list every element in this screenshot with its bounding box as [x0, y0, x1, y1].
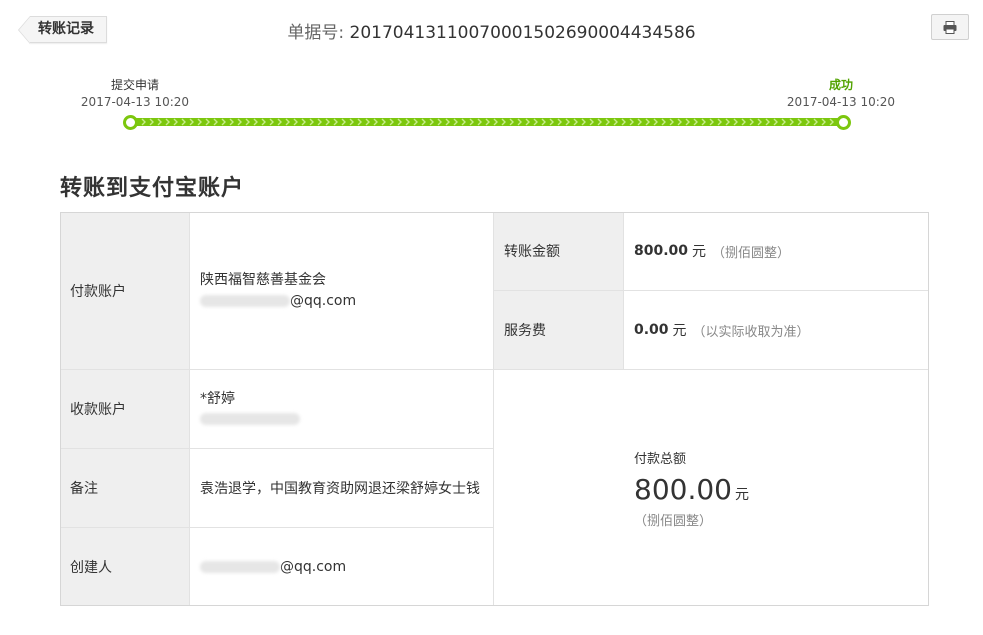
- payer-email: @qq.com: [200, 291, 493, 312]
- fee-value: 0.00 元 （以实际收取为准）: [624, 291, 929, 370]
- payee-label: 收款账户: [60, 370, 190, 449]
- step-success-time: 2017-04-13 10:20: [786, 95, 896, 109]
- masked-text: [200, 294, 290, 307]
- amount-words: （捌佰圆整）: [712, 245, 791, 261]
- total-words: （捌佰圆整）: [634, 513, 713, 529]
- creator-value: @qq.com: [190, 528, 494, 606]
- progress-end-node: [836, 115, 851, 130]
- payer-value: 陕西福智慈善基金会 @qq.com: [190, 212, 494, 370]
- masked-text: [200, 561, 280, 573]
- transfer-details: 付款账户 陕西福智慈善基金会 @qq.com 收款账户 *舒婷 备注 袁浩退学，…: [60, 212, 929, 606]
- step-submit-name: 提交申请: [110, 78, 159, 92]
- order-number: 单据号: 20170413110070001502690004434586: [0, 18, 983, 43]
- total-amount: 800.00 元: [634, 473, 929, 506]
- memo-text: 袁浩退学，中国教育资助网退还梁舒婷女士钱: [200, 481, 480, 497]
- amount-number: 800.00: [634, 243, 689, 259]
- payee-name: *舒婷: [200, 391, 235, 407]
- step-success: 成功 2017-04-13 10:20: [786, 76, 896, 109]
- step-success-name: 成功: [828, 78, 853, 92]
- total-label: 付款总额: [634, 451, 687, 467]
- total-unit: 元: [734, 486, 749, 503]
- fee-label: 服务费: [494, 291, 624, 370]
- total-summary: 付款总额 800.00 元 （捌佰圆整）: [494, 370, 929, 606]
- amount-label: 转账金额: [494, 212, 624, 291]
- progress-start-node: [123, 115, 138, 130]
- order-number-value: 20170413110070001502690004434586: [349, 23, 696, 43]
- section-title: 转账到支付宝账户: [60, 176, 245, 201]
- payee-value: *舒婷: [190, 370, 494, 449]
- printer-icon: [943, 20, 957, 34]
- step-submit: 提交申请 2017-04-13 10:20: [80, 76, 190, 109]
- masked-text: [200, 413, 300, 425]
- payer-email-suffix: @qq.com: [290, 292, 357, 309]
- print-button[interactable]: [931, 14, 969, 40]
- amount-unit: 元: [692, 244, 707, 260]
- fee-note: （以实际收取为准）: [692, 324, 810, 340]
- fee-unit: 元: [672, 323, 687, 339]
- memo-value: 袁浩退学，中国教育资助网退还梁舒婷女士钱: [190, 449, 494, 528]
- creator-email-suffix: @qq.com: [280, 559, 347, 575]
- payer-name: 陕西福智慈善基金会: [200, 271, 326, 288]
- order-number-label: 单据号:: [287, 23, 345, 43]
- memo-label: 备注: [60, 449, 190, 528]
- creator-label: 创建人: [60, 528, 190, 606]
- step-submit-time: 2017-04-13 10:20: [80, 95, 190, 109]
- total-number: 800.00: [634, 472, 732, 506]
- creator-email: @qq.com: [200, 559, 493, 575]
- fee-number: 0.00: [634, 322, 669, 338]
- amount-value: 800.00 元 （捌佰圆整）: [624, 212, 929, 291]
- payee-account: [200, 409, 493, 429]
- payer-label: 付款账户: [60, 212, 190, 370]
- progress-track: [130, 118, 842, 126]
